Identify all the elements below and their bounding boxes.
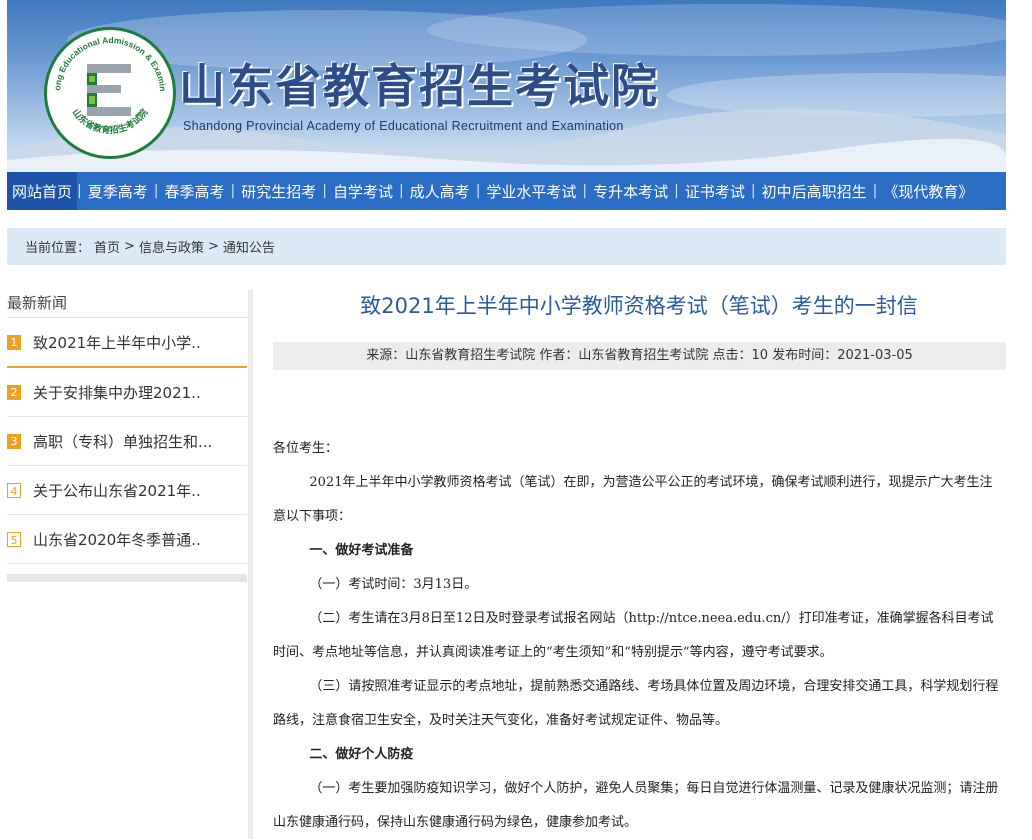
nav-label: 网站首页	[12, 182, 73, 201]
rank-badge: 1	[7, 334, 21, 350]
main-nav: 网站首页 | 夏季高考 | 春季高考 | 研究生招考 | 自学考试 | 成人高考…	[7, 172, 1006, 210]
nav-item-summer-gaokao[interactable]: 夏季高考	[82, 172, 154, 210]
nav-label: 成人高考	[409, 182, 470, 201]
nav-label: 夏季高考	[87, 182, 148, 201]
rank-badge: 4	[7, 482, 21, 498]
nav-item-modern-education[interactable]: 《现代教育》	[877, 172, 979, 210]
nav-label: 研究生招考	[241, 182, 317, 201]
sidebar-footer-bar	[7, 574, 247, 582]
news-item[interactable]: 1 致2021年上半年中小学..	[7, 318, 247, 368]
nav-label: 证书考试	[684, 182, 745, 201]
nav-item-certificate[interactable]: 证书考试	[679, 172, 751, 210]
nav-label: 春季高考	[164, 182, 225, 201]
article-paragraph: （三）请按照准考证显示的考点地址，提前熟悉交通路线、考场具体位置及周边环境，合理…	[273, 679, 999, 728]
news-item[interactable]: 5 山东省2020年冬季普通..	[7, 515, 247, 564]
site-banner: Shandong Educational Admission & Examina…	[7, 0, 1006, 172]
breadcrumb: 当前位置： 首页 > 信息与政策 > 通知公告	[7, 228, 1006, 265]
nav-item-graduate[interactable]: 研究生招考	[235, 172, 322, 210]
article-title: 致2021年上半年中小学教师资格考试（笔试）考生的一封信	[360, 294, 918, 318]
site-logo[interactable]: Shandong Educational Admission & Examina…	[44, 27, 176, 159]
news-item-text: 高职（专科）单独招生和...	[33, 432, 213, 451]
breadcrumb-sep: >	[124, 239, 135, 254]
breadcrumb-home[interactable]: 首页	[94, 237, 120, 256]
logo-e-icon	[87, 64, 131, 116]
article-body: 各位考生： 2021年上半年中小学教师资格考试（笔试）在即，为营造公平公正的考试…	[273, 432, 1001, 840]
nav-item-vocational[interactable]: 初中后高职招生	[756, 172, 873, 210]
rank-badge: 2	[7, 384, 21, 400]
rank-badge: 5	[7, 531, 21, 547]
article-meta: 来源：山东省教育招生考试院 作者：山东省教育招生考试院 点击：10 发布时间：2…	[273, 342, 1006, 370]
article-paragraph: （二）考生请在3月8日至12日及时登录考试报名网站（http://ntce.ne…	[273, 611, 994, 660]
article-greeting: 各位考生：	[273, 441, 339, 456]
news-item-text: 山东省2020年冬季普通..	[33, 530, 201, 549]
breadcrumb-sep: >	[207, 239, 219, 254]
nav-item-proficiency[interactable]: 学业水平考试	[480, 172, 582, 210]
site-title: 山东省教育招生考试院	[179, 59, 659, 113]
nav-item-self-study[interactable]: 自学考试	[327, 172, 399, 210]
news-item[interactable]: 4 关于公布山东省2021年..	[7, 466, 247, 515]
nav-item-adult-gaokao[interactable]: 成人高考	[404, 172, 476, 210]
site-subtitle: Shandong Provincial Academy of Education…	[183, 119, 624, 133]
article-paragraph: （一）考生要加强防疫知识学习，做好个人防护，避免人员聚集；每日自觉进行体温测量、…	[273, 781, 999, 830]
nav-label: 学业水平考试	[486, 182, 577, 201]
sidebar-heading: 最新新闻	[7, 287, 247, 318]
news-item-text: 关于公布山东省2021年..	[33, 481, 201, 500]
nav-label: 专升本考试	[593, 182, 669, 201]
nav-label: 自学考试	[332, 182, 393, 201]
news-item-text: 致2021年上半年中小学..	[33, 333, 201, 352]
nav-item-spring-gaokao[interactable]: 春季高考	[158, 172, 230, 210]
breadcrumb-lead: 当前位置：	[25, 241, 91, 256]
nav-label: 《现代教育》	[883, 182, 974, 201]
breadcrumb-notice[interactable]: 通知公告	[223, 237, 275, 256]
nav-item-upgrade[interactable]: 专升本考试	[587, 172, 674, 210]
news-item-text: 关于安排集中办理2021..	[33, 383, 201, 402]
breadcrumb-policy[interactable]: 信息与政策	[139, 237, 204, 256]
article-paragraph: （一）考试时间：3月13日。	[309, 577, 478, 592]
news-item[interactable]: 3 高职（专科）单独招生和...	[7, 417, 247, 466]
sidebar-latest-news: 最新新闻 1 致2021年上半年中小学.. 2 关于安排集中办理2021.. 3…	[7, 287, 247, 582]
rank-badge: 3	[7, 433, 21, 449]
article-section-heading: 二、做好个人防疫	[309, 747, 414, 762]
nav-item-home[interactable]: 网站首页	[7, 172, 78, 210]
column-divider	[248, 290, 253, 839]
article-paragraph: 2021年上半年中小学教师资格考试（笔试）在即，为营造公平公正的考试环境，确保考…	[273, 475, 993, 524]
article-section-heading: 一、做好考试准备	[309, 543, 414, 558]
news-item[interactable]: 2 关于安排集中办理2021..	[7, 368, 247, 417]
nav-label: 初中后高职招生	[761, 182, 867, 201]
